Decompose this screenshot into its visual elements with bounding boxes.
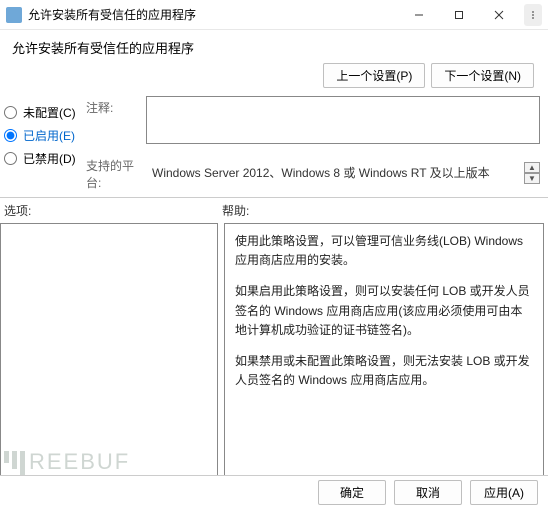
cancel-label: 取消: [416, 486, 440, 500]
apply-label: 应用(A): [484, 486, 524, 500]
apply-button[interactable]: 应用(A): [470, 480, 538, 505]
radio-disabled-input[interactable]: [4, 152, 17, 165]
panels-row: 使用此策略设置，可以管理可信业务线(LOB) Windows 应用商店应用的安装…: [0, 223, 548, 503]
radio-disabled[interactable]: 已禁用(D): [4, 150, 86, 167]
radio-not-configured-input[interactable]: [4, 106, 17, 119]
radio-enabled-label: 已启用(E): [23, 127, 75, 144]
section-headers: 选项: 帮助:: [0, 198, 548, 223]
previous-setting-label: 上一个设置(P): [336, 69, 412, 83]
help-header: 帮助:: [222, 202, 548, 219]
help-paragraph: 如果启用此策略设置，则可以安装任何 LOB 或开发人员签名的 Windows 应…: [235, 282, 533, 340]
platforms-text: Windows Server 2012、Windows 8 或 Windows …: [146, 160, 524, 185]
maximize-button[interactable]: [444, 3, 474, 27]
options-header: 选项:: [4, 202, 222, 219]
chevron-down-icon[interactable]: ▼: [524, 173, 540, 184]
radio-enabled[interactable]: 已启用(E): [4, 127, 86, 144]
supported-platforms-block: 支持的平台: Windows Server 2012、Windows 8 或 W…: [86, 154, 540, 191]
comment-label: 注释:: [86, 96, 146, 144]
nav-buttons: 上一个设置(P) 下一个设置(N): [0, 63, 548, 96]
app-icon: [6, 7, 22, 23]
page-title: 允许安装所有受信任的应用程序: [0, 30, 548, 63]
help-paragraph: 如果禁用或未配置此策略设置，则无法安装 LOB 或开发人员签名的 Windows…: [235, 352, 533, 390]
radio-not-configured-label: 未配置(C): [23, 104, 76, 121]
dialog-footer: 确定 取消 应用(A): [0, 475, 548, 509]
config-right-column: 注释: 支持的平台: Windows Server 2012、Windows 8…: [86, 96, 548, 191]
radio-not-configured[interactable]: 未配置(C): [4, 104, 86, 121]
options-panel: [0, 223, 218, 503]
window-controls: [404, 3, 542, 27]
platforms-label: 支持的平台:: [86, 154, 146, 191]
platforms-spinner: ▲ ▼: [524, 162, 540, 184]
comment-block: 注释:: [86, 96, 540, 144]
comment-textarea[interactable]: [146, 96, 540, 144]
more-icon[interactable]: [524, 4, 542, 26]
radio-disabled-label: 已禁用(D): [23, 150, 76, 167]
cancel-button[interactable]: 取消: [394, 480, 462, 505]
next-setting-label: 下一个设置(N): [444, 69, 521, 83]
window-title: 允许安装所有受信任的应用程序: [28, 6, 404, 23]
config-area: 未配置(C) 已启用(E) 已禁用(D) 注释: 支持的平台: Windows …: [0, 96, 548, 191]
radio-enabled-input[interactable]: [4, 129, 17, 142]
next-setting-button[interactable]: 下一个设置(N): [431, 63, 534, 88]
minimize-button[interactable]: [404, 3, 434, 27]
ok-label: 确定: [340, 486, 364, 500]
state-radio-group: 未配置(C) 已启用(E) 已禁用(D): [4, 96, 86, 191]
close-button[interactable]: [484, 3, 514, 27]
help-panel: 使用此策略设置，可以管理可信业务线(LOB) Windows 应用商店应用的安装…: [224, 223, 544, 503]
ok-button[interactable]: 确定: [318, 480, 386, 505]
previous-setting-button[interactable]: 上一个设置(P): [323, 63, 425, 88]
help-paragraph: 使用此策略设置，可以管理可信业务线(LOB) Windows 应用商店应用的安装…: [235, 232, 533, 270]
chevron-up-icon[interactable]: ▲: [524, 162, 540, 173]
title-bar: 允许安装所有受信任的应用程序: [0, 0, 548, 30]
